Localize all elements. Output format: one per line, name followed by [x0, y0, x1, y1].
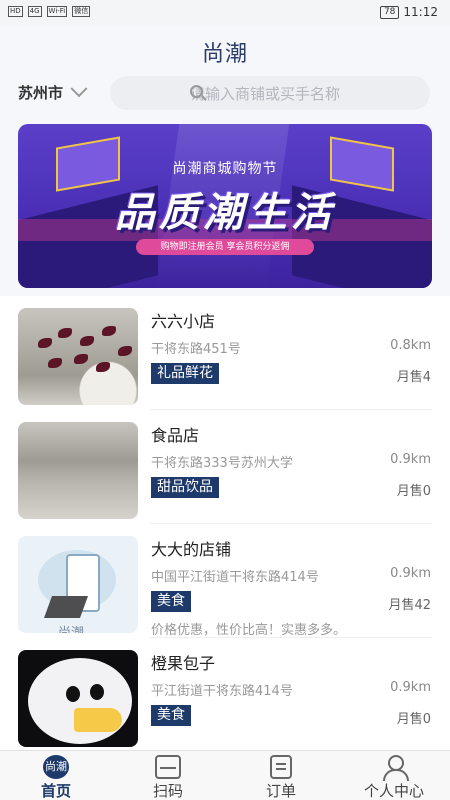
shop-category-badge: 美食 [151, 591, 191, 612]
nav-tab-home[interactable]: 尚潮 首页 [0, 751, 112, 800]
search-placeholder: 请输入商铺或买手名称 [190, 84, 341, 103]
shop-monthly-sales: 月售42 [388, 598, 431, 613]
shop-name: 大大的店铺 [151, 540, 232, 559]
home-icon: 尚潮 [43, 755, 69, 779]
wifi-icon: Wi-Fi [46, 6, 68, 17]
shop-address: 干将东路451号 [151, 342, 241, 357]
flower-petal [80, 336, 94, 346]
signal-icon: 4G [27, 6, 42, 17]
shop-monthly-sales: 月售0 [396, 712, 431, 727]
wechat-icon: 微信 [72, 6, 91, 17]
nav-label: 扫码 [152, 782, 183, 800]
city-label: 苏州市 [18, 84, 64, 102]
shop-name: 橙果包子 [151, 654, 216, 673]
status-time: 11:12 [403, 5, 438, 19]
shop-name: 食品店 [151, 426, 200, 445]
banner-subtitle: 尚潮商城购物节 [172, 161, 278, 177]
shop-thumbnail-food [18, 422, 138, 519]
shop-item[interactable]: 六六小店 干将东路451号 0.8km 礼品鲜花 月售4 [0, 296, 450, 410]
shop-list: 六六小店 干将东路451号 0.8km 礼品鲜花 月售4 食品店 干将东路333… [0, 296, 450, 750]
nav-tab-orders[interactable]: 订单 [225, 751, 337, 800]
search-input[interactable]: 请输入商铺或买手名称 [110, 76, 430, 110]
nav-tab-profile[interactable]: 个人中心 [338, 751, 450, 800]
chevron-down-icon [70, 79, 88, 97]
shop-item[interactable]: 食品店 干将东路333号苏州大学 0.9km 甜品饮品 月售0 [0, 410, 450, 524]
app-logo: 尚潮 [201, 42, 248, 67]
banner-title: 品质潮生活 [115, 190, 335, 236]
penguin-beak [74, 708, 122, 732]
shop-monthly-sales: 月售0 [396, 484, 431, 499]
flower-petal [96, 362, 110, 372]
bottom-nav: 尚潮 首页 扫码 订单 个人中心 [0, 750, 450, 800]
order-icon [270, 755, 292, 779]
status-right: 78 11:12 [379, 5, 438, 19]
flower-petal [48, 358, 62, 368]
city-selector[interactable]: 苏州市 [18, 79, 88, 103]
banner-section: 尚潮商城购物节 品质潮生活 购物即注册会员 享会员积分返佣 [0, 116, 450, 296]
flower-petal [38, 338, 52, 348]
flower-petal [58, 328, 72, 338]
nav-label: 订单 [265, 782, 296, 800]
flower-petal [118, 346, 132, 356]
shop-description: 价格优惠，性价比高！实惠多多。 [151, 623, 347, 638]
shop-item[interactable]: 尚潮 大大的店铺 中国平江街道干将东路414号 0.9km 美食 月售42 价格… [0, 524, 450, 638]
shop-thumbnail-penguin [18, 650, 138, 747]
hd-indicator: HD [8, 6, 23, 17]
nav-label: 个人中心 [363, 782, 424, 800]
search-row: 苏州市 请输入商铺或买手名称 [0, 72, 450, 116]
shop-thumbnail-store: 尚潮 [18, 536, 138, 633]
shop-address: 中国平江街道干将东路414号 [151, 570, 319, 585]
nav-label: 首页 [40, 782, 71, 800]
cart-graphic [43, 596, 89, 618]
shop-category-badge: 甜品饮品 [151, 477, 219, 498]
promo-banner[interactable]: 尚潮商城购物节 品质潮生活 购物即注册会员 享会员积分返佣 [18, 124, 432, 288]
penguin-eye [90, 684, 104, 700]
shop-category-badge: 美食 [151, 705, 191, 726]
user-icon [381, 755, 409, 781]
scan-icon [155, 755, 181, 779]
nav-tab-scan[interactable]: 扫码 [112, 751, 224, 800]
shop-address: 平江街道干将东路414号 [151, 684, 293, 699]
status-bar: HD 4G Wi-Fi 微信 78 11:12 [0, 0, 450, 26]
flower-petal [102, 326, 116, 336]
battery-icon: 78 [379, 5, 400, 19]
penguin-eye [66, 686, 80, 702]
shop-thumbnail-flowers [18, 308, 138, 405]
banner-tagline: 购物即注册会员 享会员积分返佣 [136, 239, 314, 255]
shop-distance: 0.9km [390, 452, 431, 467]
status-icons: HD 4G Wi-Fi 微信 [8, 6, 91, 17]
shop-distance: 0.9km [390, 566, 431, 581]
thumbnail-logo-mark: 尚潮 [58, 622, 84, 633]
shop-distance: 0.9km [390, 680, 431, 695]
shop-item[interactable]: 橙果包子 平江街道干将东路414号 0.9km 美食 月售0 [0, 638, 450, 750]
shop-name: 六六小店 [151, 312, 216, 331]
search-icon [190, 85, 203, 98]
shop-distance: 0.8km [390, 338, 431, 353]
shop-address: 干将东路333号苏州大学 [151, 456, 293, 471]
shop-monthly-sales: 月售4 [396, 370, 431, 385]
shop-category-badge: 礼品鲜花 [151, 363, 219, 384]
flower-petal [74, 354, 88, 364]
